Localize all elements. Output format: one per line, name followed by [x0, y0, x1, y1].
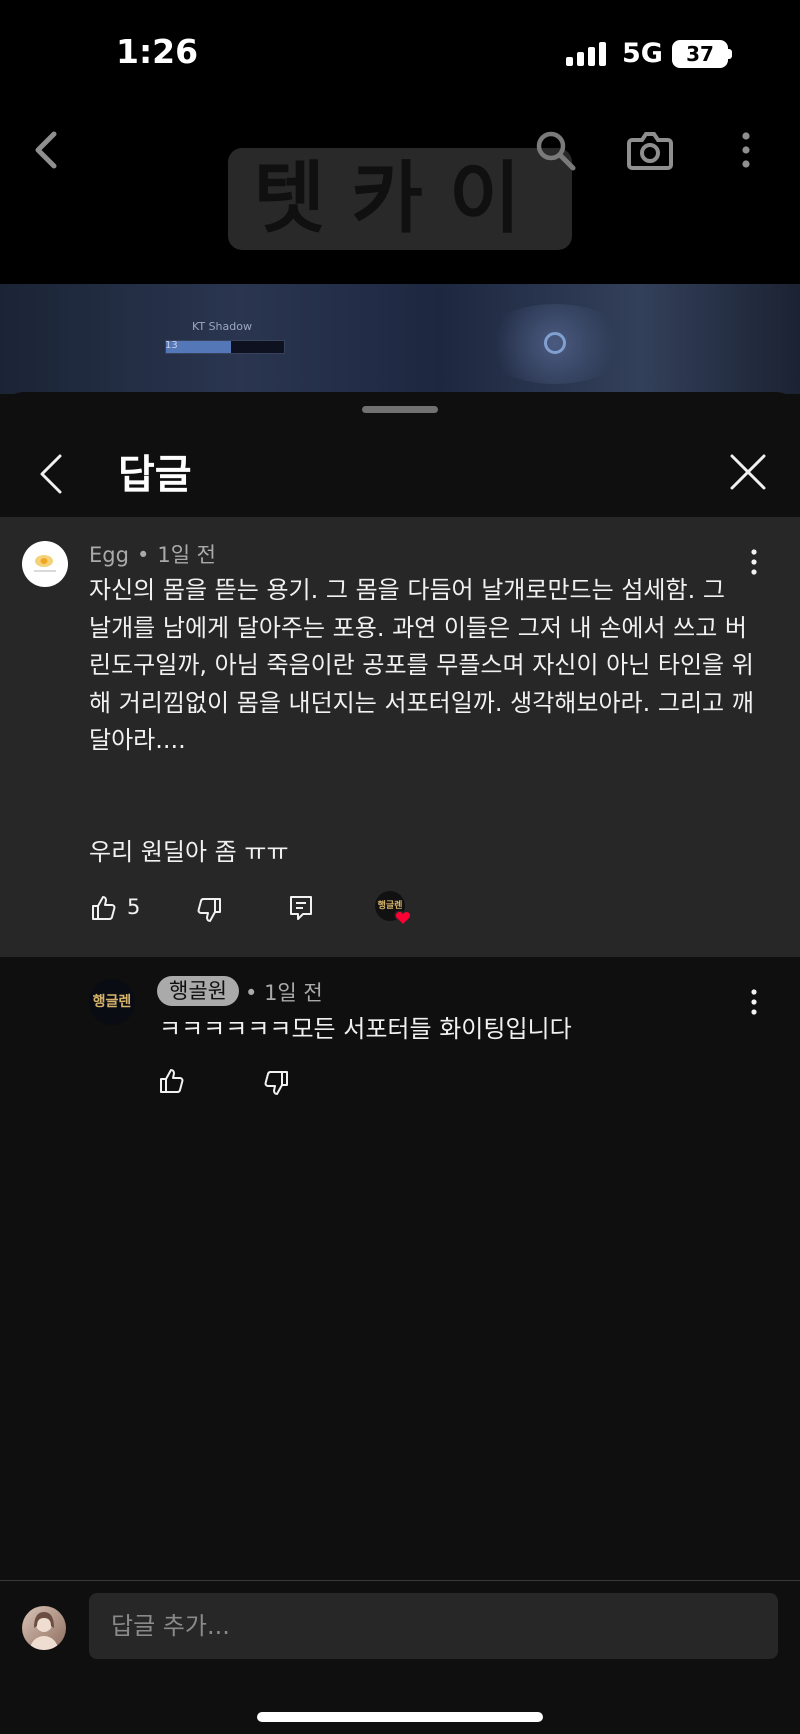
- hud-health-bar: [165, 340, 285, 354]
- camera-icon[interactable]: [626, 128, 674, 172]
- screen: 1:26 5G 37 텟카이 KT Shadow 13 답글 Egg • 1일 …: [0, 0, 800, 1734]
- comment-time: 1일 전: [157, 543, 217, 567]
- avatar[interactable]: 행글렌: [89, 979, 135, 1025]
- like-count: 5: [127, 895, 141, 919]
- avatar[interactable]: [22, 541, 68, 587]
- comment-text: 자신의 몸을 뜯는 용기. 그 몸을 다듬어 날개로만드는 섬세함. 그 날개를…: [89, 576, 754, 754]
- reply-comment: 행글렌 행골원 • 1일 전 ㅋㅋㅋㅋㅋㅋ모든 서포터들 화이팅입니다: [0, 957, 800, 1127]
- drag-handle[interactable]: [362, 406, 438, 413]
- reply-time: • 1일 전: [245, 981, 323, 1005]
- like-icon[interactable]: [91, 895, 117, 921]
- comment-text-last-line: 우리 원딜아 좀 ㅠㅠ: [89, 838, 289, 866]
- reply-icon[interactable]: [288, 895, 314, 921]
- close-icon[interactable]: [728, 452, 768, 492]
- signal-icon: [566, 42, 608, 66]
- more-options-icon[interactable]: [746, 987, 762, 1017]
- channel-owner-badge[interactable]: 행골원: [157, 976, 239, 1006]
- more-options-icon[interactable]: [736, 128, 756, 172]
- back-icon[interactable]: [28, 128, 68, 172]
- hud-level: 13: [165, 340, 178, 351]
- reply-text: ㅋㅋㅋㅋㅋㅋ모든 서포터들 화이팅입니다: [159, 1015, 572, 1043]
- dislike-icon[interactable]: [263, 1070, 289, 1096]
- user-avatar: [22, 1606, 66, 1650]
- egg-avatar-icon: [34, 555, 56, 572]
- divider: [0, 1580, 800, 1581]
- status-bar: 1:26 5G 37: [0, 0, 800, 100]
- battery-icon: 37: [672, 40, 728, 68]
- dislike-icon[interactable]: [196, 897, 222, 923]
- comment-author[interactable]: Egg: [89, 543, 129, 567]
- network-label: 5G: [622, 38, 663, 69]
- video-overlay-text: 텟카이: [228, 148, 572, 250]
- status-time: 1:26: [116, 32, 199, 71]
- battery-tip: [728, 49, 732, 59]
- replies-sheet: 답글 Egg • 1일 전 자신의 몸을 뜯는 용기. 그 몸을 다듬어 날개로만드…: [0, 392, 800, 1734]
- video-player[interactable]: 텟카이: [0, 100, 800, 284]
- video-frame: KT Shadow 13: [0, 284, 800, 394]
- game-marker: [544, 332, 566, 354]
- reply-time-value: 1일 전: [264, 981, 323, 1005]
- user-avatar-icon: [30, 1612, 58, 1650]
- sheet-back-icon[interactable]: [36, 452, 68, 496]
- heart-icon: [394, 910, 412, 927]
- comment-meta: Egg • 1일 전: [89, 543, 217, 567]
- search-icon[interactable]: [533, 128, 577, 172]
- hud-player-name: KT Shadow: [192, 320, 252, 333]
- parent-comment: Egg • 1일 전 자신의 몸을 뜯는 용기. 그 몸을 다듬어 날개로만드는 섬…: [0, 517, 800, 957]
- reply-input[interactable]: [89, 1593, 778, 1659]
- like-icon[interactable]: [159, 1068, 185, 1094]
- creator-heart: 행글렌: [375, 891, 413, 929]
- battery-level: 37: [686, 42, 714, 66]
- home-indicator: [257, 1712, 543, 1722]
- sheet-title: 답글: [118, 452, 192, 498]
